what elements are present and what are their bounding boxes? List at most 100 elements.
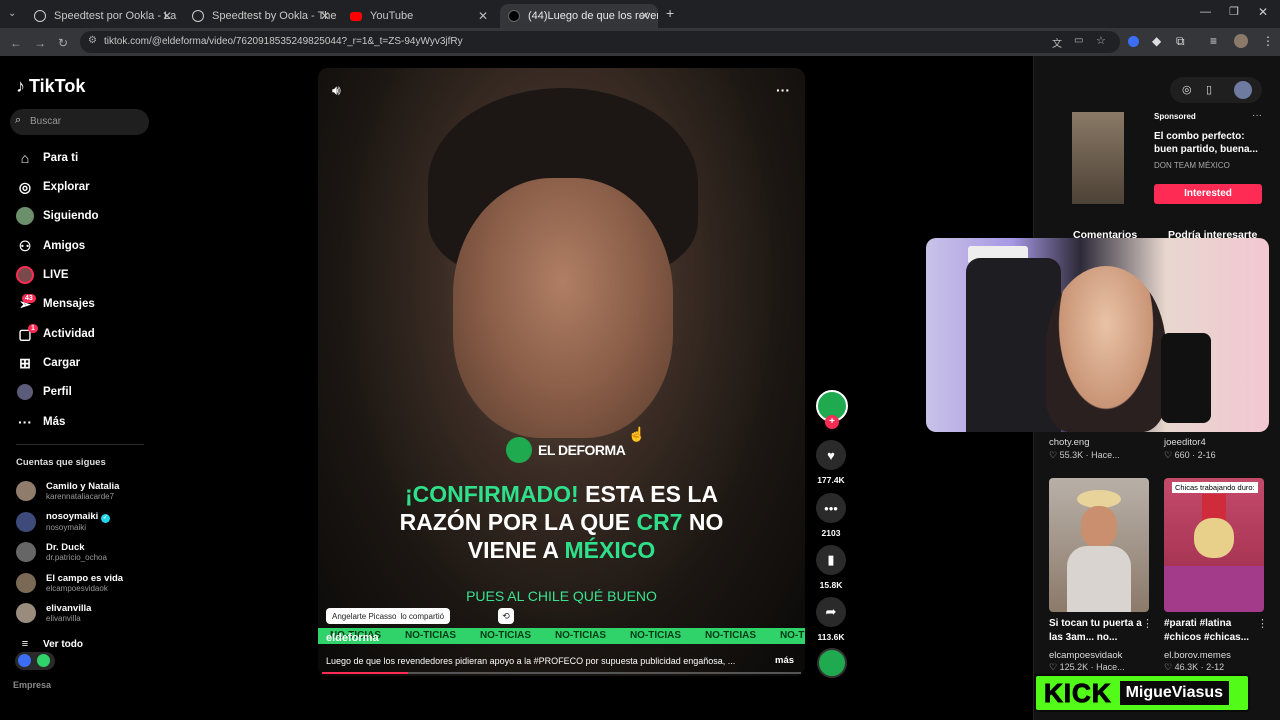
related-user[interactable]: el.borov.memes <box>1164 650 1231 661</box>
account-handle: karennataliacarde7 <box>46 491 115 501</box>
related-options-icon[interactable]: ⋮ <box>1142 617 1153 630</box>
share-button[interactable]: ➦ 113.6K <box>816 597 846 642</box>
related-user[interactable]: joeeditor4 <box>1164 437 1206 448</box>
new-tab-button[interactable]: + <box>666 5 674 21</box>
like-button[interactable]: ♥ 177.4K <box>816 440 846 485</box>
kick-logo: KICK <box>1044 677 1112 708</box>
deforma-cactus-icon <box>506 437 532 463</box>
site-info-icon[interactable]: ⚙ <box>88 35 97 46</box>
ad-thumbnail[interactable] <box>1072 112 1124 204</box>
browser-tab-tiktok[interactable]: (44)Luego de que los reven ✕ <box>500 4 658 28</box>
nav-label: Explorar <box>43 181 90 193</box>
related-options-icon[interactable]: ⋮ <box>1257 617 1268 630</box>
tab-search-icon[interactable]: ⌄ <box>8 8 16 19</box>
headline-highlight: MÉXICO <box>564 537 656 563</box>
extension-icon[interactable] <box>1128 36 1139 47</box>
url-field[interactable]: ⚙ tiktok.com/@eldeforma/video/7620918535… <box>80 31 1120 53</box>
repost-icon[interactable]: ⟲ <box>498 608 514 624</box>
more-icon: ··· <box>18 414 32 430</box>
friends-icon: ⚇ <box>18 237 32 254</box>
headline-text: VIENE A <box>467 537 565 563</box>
profile-avatar[interactable] <box>1234 34 1248 48</box>
nav-live[interactable]: LIVE <box>16 265 69 285</box>
browser-menu-icon[interactable]: ⋮ <box>1262 34 1274 48</box>
following-account[interactable]: nosoymaiki ✓ nosoymaiki <box>16 507 110 537</box>
nav-siguiendo[interactable]: Siguiendo <box>16 206 99 226</box>
maximize-icon[interactable]: ❐ <box>1229 5 1239 18</box>
reload-icon[interactable]: ↻ <box>58 36 68 50</box>
close-icon[interactable]: ✕ <box>640 9 650 23</box>
nav-label: LIVE <box>43 269 69 281</box>
interested-button[interactable]: Interested <box>1154 184 1262 204</box>
footer-link[interactable]: Empresa <box>13 680 51 690</box>
browser-tab-youtube[interactable]: YouTube ✕ <box>342 4 496 28</box>
translate-icon[interactable]: 文 <box>1052 35 1062 50</box>
account-name: El campo es vida <box>46 572 124 584</box>
volume-icon[interactable]: 🔊︎ <box>332 82 341 99</box>
comment-button[interactable]: ••• 2103 <box>816 493 846 538</box>
following-account[interactable]: Camilo y Natalia karennataliacarde7 <box>16 476 119 506</box>
news-ticker: NO-TICIAS NO-TICIAS NO-TICIAS NO-TICIAS NO-T… <box>318 628 805 644</box>
headline-text: RAZÓN POR LA QUE <box>399 509 637 535</box>
extensions-puzzle-icon[interactable]: ⧉ <box>1176 34 1185 49</box>
related-user[interactable]: elcampoesvidaok <box>1049 650 1122 661</box>
browser-tab-speedtest-es[interactable]: Speedtest por Ookla - La prueba ✕ <box>26 4 180 28</box>
related-video-thumbnail[interactable] <box>1049 478 1149 612</box>
extension-floating-icons[interactable] <box>15 652 55 670</box>
tiktok-logo[interactable]: ♪ TikTok <box>16 76 85 97</box>
forward-icon[interactable]: → <box>34 36 46 50</box>
related-title[interactable]: Si tocan tu puerta a las 3am... no... <box>1049 617 1144 645</box>
settings-icon[interactable]: ◎ <box>1182 83 1192 96</box>
related-title[interactable]: #parati #latina #chicos #chicas... <box>1164 617 1259 645</box>
close-window-icon[interactable]: ✕ <box>1258 5 1268 19</box>
sidebar-divider <box>16 444 144 445</box>
ad-title[interactable]: El combo perfecto: buen partido, buena..… <box>1154 130 1264 156</box>
search-input[interactable]: ⌕ Buscar <box>10 109 149 135</box>
video-author[interactable]: eldeforma <box>326 632 379 644</box>
bookmark-star-icon[interactable]: ☆ <box>1096 34 1106 47</box>
close-icon[interactable]: ✕ <box>478 9 488 23</box>
nav-mas[interactable]: ··· Más <box>16 412 65 432</box>
save-button[interactable]: ▮ 15.8K <box>816 545 846 590</box>
nav-amigos[interactable]: ⚇ Amigos <box>16 236 85 256</box>
nav-para-ti[interactable]: ⌂ Para ti <box>16 148 78 168</box>
nav-cargar[interactable]: ⊞ Cargar <box>16 353 80 373</box>
url-text: tiktok.com/@eldeforma/video/762091853524… <box>104 36 463 47</box>
close-icon[interactable]: ✕ <box>320 9 330 23</box>
video-progress-bar[interactable] <box>322 672 801 674</box>
share-count: 113.6K <box>817 632 845 642</box>
sound-disc[interactable] <box>817 648 847 678</box>
avatar <box>16 542 36 562</box>
headline-highlight: ¡CONFIRMADO! <box>404 481 579 507</box>
comment-count: 2103 <box>821 528 841 538</box>
youtube-icon <box>350 11 362 21</box>
cast-icon[interactable]: ▭ <box>1074 35 1083 46</box>
close-icon[interactable]: ✕ <box>162 9 172 23</box>
video-options-icon[interactable]: ··· <box>776 82 790 98</box>
following-account[interactable]: Dr. Duck dr.patricio_ochoa <box>16 537 107 567</box>
related-user[interactable]: choty.eng <box>1049 437 1090 448</box>
nav-explorar[interactable]: ◎ Explorar <box>16 177 90 197</box>
bookmark-icon: ▮ <box>816 545 846 575</box>
device-icon[interactable]: ▯ <box>1206 83 1212 96</box>
shared-by-chip[interactable]: Angelarte Picasso lo compartió <box>326 608 451 624</box>
media-control-icon[interactable]: ≡ <box>1210 34 1217 48</box>
browser-tab-speedtest-en[interactable]: Speedtest by Ookla - The Globa ✕ <box>184 4 338 28</box>
related-stats: ♡ 125.2K · Hace... <box>1049 662 1125 672</box>
ad-options-icon[interactable]: ··· <box>1252 110 1262 121</box>
nav-label: Mensajes <box>43 298 95 310</box>
see-all-link[interactable]: ≡ Ver todo <box>16 634 83 654</box>
following-account[interactable]: El campo es vida elcampoesvidaok <box>16 568 123 598</box>
nav-perfil[interactable]: Perfil <box>16 382 72 402</box>
caption-more-link[interactable]: más <box>775 655 794 666</box>
video-player[interactable]: 🔊︎ ··· EL DEFORMA ¡CONFIRMADO! ESTA ES L… <box>318 68 805 676</box>
extension-icon[interactable]: ◆ <box>1152 34 1161 48</box>
minimize-icon[interactable]: — <box>1200 6 1211 18</box>
follow-plus-icon[interactable]: + <box>825 415 839 429</box>
back-icon[interactable]: ← <box>10 36 22 50</box>
deforma-brand-overlay: EL DEFORMA <box>506 437 626 463</box>
following-account[interactable]: elivanvilla elivanvilla <box>16 598 91 628</box>
related-video-thumbnail[interactable]: Chicas trabajando duro: <box>1164 478 1264 612</box>
progress-fill <box>322 672 409 674</box>
user-avatar[interactable] <box>1234 81 1252 99</box>
